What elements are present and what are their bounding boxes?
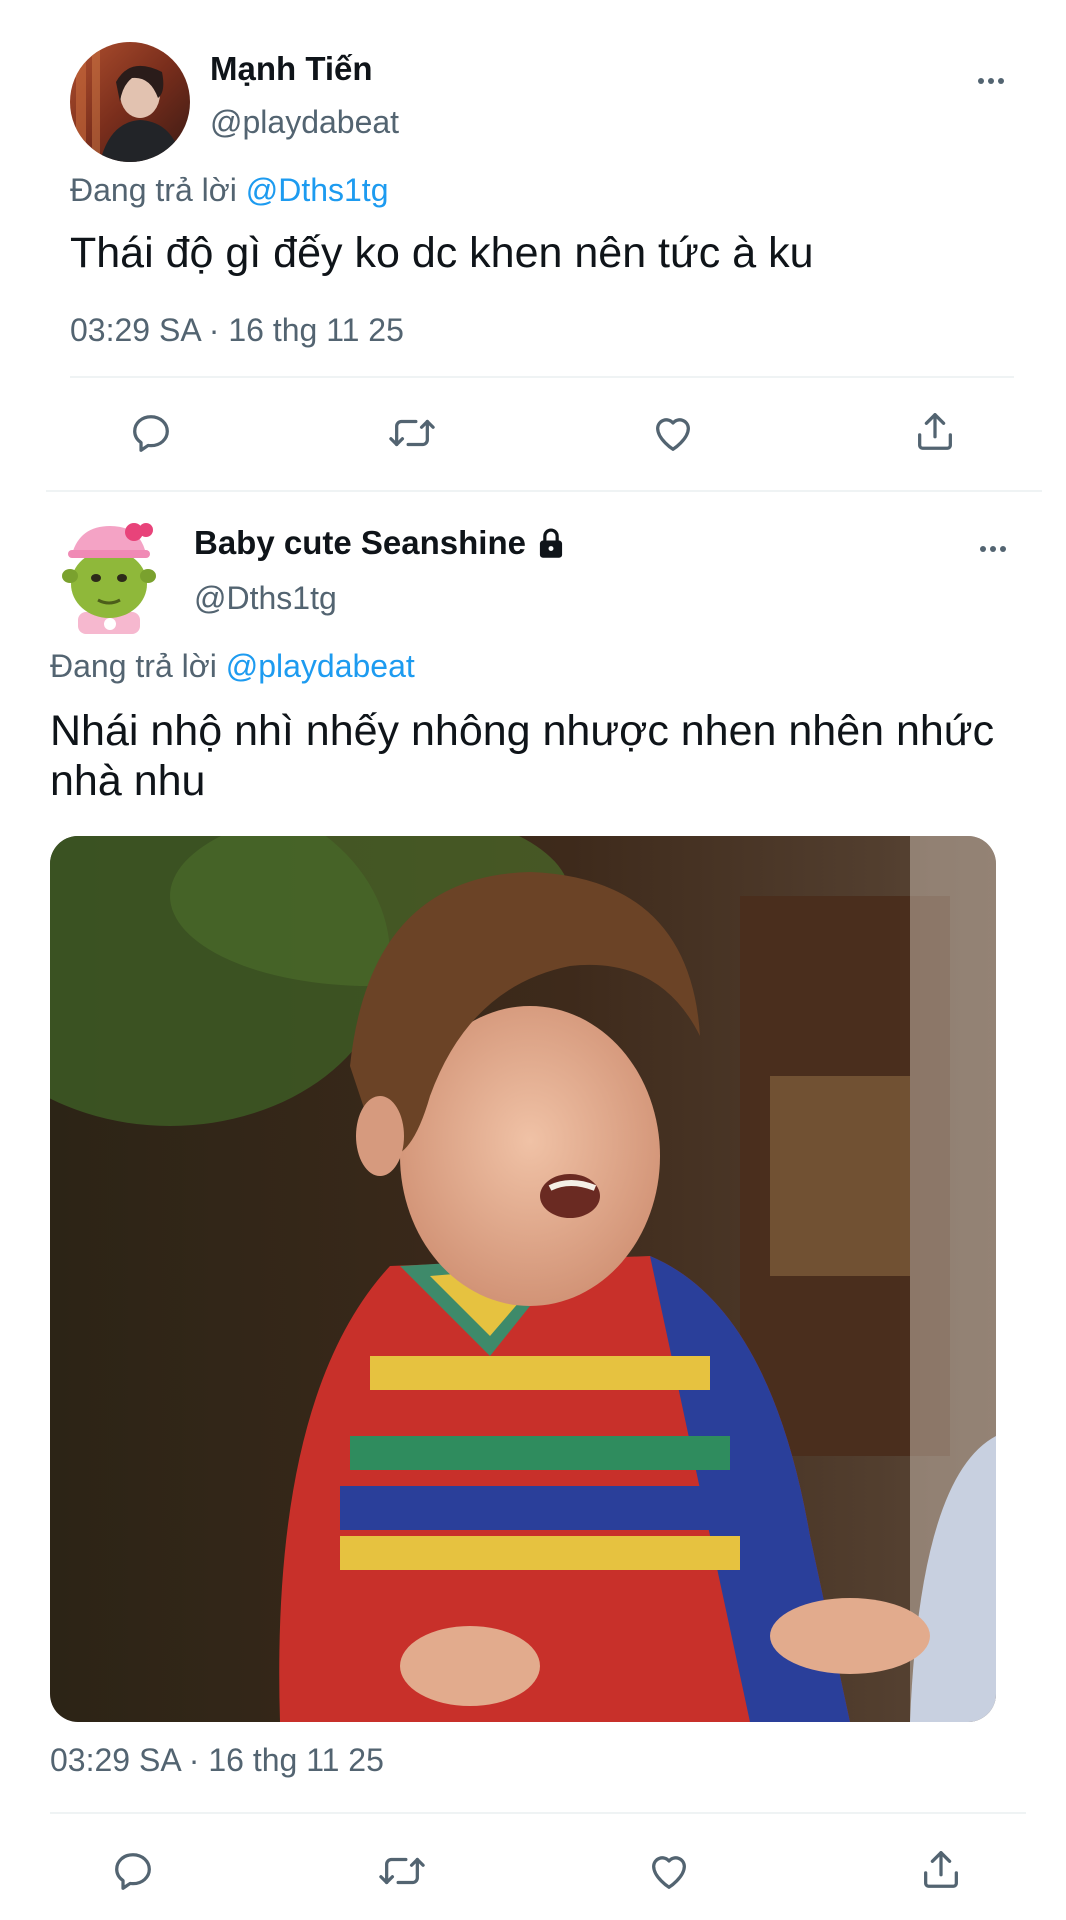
display-name-row: Baby cute Seanshine: [194, 524, 566, 562]
reply-icon: [133, 415, 169, 452]
like-button[interactable]: [646, 1848, 692, 1894]
reply-button[interactable]: [128, 410, 174, 456]
share-icon: [924, 1851, 958, 1888]
like-icon: [656, 418, 690, 451]
share-button[interactable]: [912, 408, 958, 454]
like-icon: [652, 1856, 686, 1889]
tweet-photo[interactable]: [50, 836, 996, 1722]
tweet-text: Thái độ gì đếy ko dc khen nên tức à ku: [70, 229, 814, 277]
retweet-button[interactable]: [386, 410, 438, 456]
lock-icon: [539, 528, 563, 558]
retweet-icon: [379, 1857, 425, 1885]
more-options-icon[interactable]: [980, 546, 1006, 552]
retweet-button[interactable]: [376, 1848, 428, 1894]
reply-mention[interactable]: @Dths1tg: [246, 172, 389, 208]
timestamp[interactable]: 03:29 SA · 16 thg 11 25: [70, 312, 404, 349]
reply-prefix: Đang trả lời: [50, 648, 217, 684]
reply-context: Đang trả lời @playdabeat: [50, 648, 415, 685]
display-name[interactable]: Baby cute Seanshine: [194, 524, 526, 562]
divider: [50, 1812, 1026, 1814]
timestamp[interactable]: 03:29 SA · 16 thg 11 25: [50, 1742, 384, 1779]
retweet-icon: [389, 419, 435, 447]
share-button[interactable]: [918, 1846, 964, 1892]
user-handle[interactable]: @Dths1tg: [194, 580, 337, 617]
display-name[interactable]: Mạnh Tiến: [210, 50, 373, 88]
reply-context: Đang trả lời @Dths1tg: [70, 172, 388, 209]
tweet-text-line: Nhái nhộ nhì nhếy nhông nhược nhen nhên …: [50, 707, 995, 755]
avatar[interactable]: [70, 42, 190, 162]
tweet-text-line: nhà nhu: [50, 757, 206, 805]
tweet-text: Nhái nhộ nhì nhếy nhông nhược nhen nhên …: [50, 706, 1040, 806]
user-handle[interactable]: @playdabeat: [210, 104, 399, 141]
avatar[interactable]: [50, 508, 170, 636]
share-icon: [918, 413, 952, 450]
divider: [70, 376, 1014, 378]
like-button[interactable]: [650, 410, 696, 456]
reply-mention[interactable]: @playdabeat: [226, 648, 415, 684]
more-options-icon[interactable]: [978, 78, 1004, 84]
reply-prefix: Đang trả lời: [70, 172, 237, 208]
reply-button[interactable]: [110, 1848, 156, 1894]
tweet-separator: [46, 490, 1042, 492]
reply-icon: [115, 1853, 151, 1890]
